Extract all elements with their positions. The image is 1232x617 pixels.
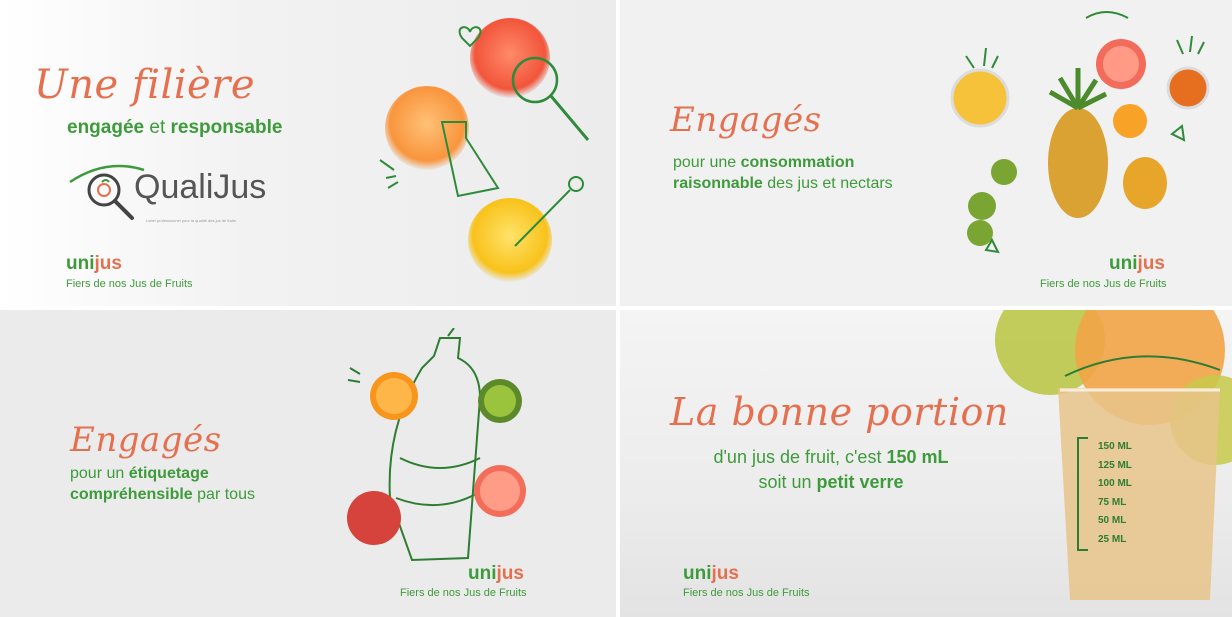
- text-plain: des jus et nectars: [767, 175, 893, 192]
- text-plain: par tous: [197, 486, 255, 503]
- ad-grid: Une filière engagée et responsable Quali…: [0, 0, 1232, 617]
- orange-juice-glass: [385, 86, 469, 170]
- panel-portion: 150 ML 125 ML 100 ML 75 ML 50 ML 25 ML L…: [620, 310, 1232, 617]
- text-bold: étiquetage: [128, 465, 209, 482]
- wordmark-part: Quali: [134, 168, 214, 206]
- logo-part: jus: [711, 563, 739, 584]
- wordmark-part: Jus: [213, 168, 267, 206]
- text-plain: d'un jus de fruit, c'est: [713, 447, 882, 467]
- scale-mark: 125 ML: [1098, 459, 1132, 471]
- panel-heading: Engagés: [70, 420, 222, 460]
- qualijus-logo: QualiJus Label professionnel pour la qua…: [66, 162, 296, 228]
- text-plain: pour un: [70, 465, 125, 482]
- brand-tagline: Fiers de nos Jus de Fruits: [400, 587, 527, 599]
- text-bold: consommation: [740, 154, 855, 171]
- apple-icon: [347, 491, 401, 545]
- orange-slice-icon: [1113, 104, 1147, 138]
- text-plain: et: [149, 117, 166, 138]
- panel-text: d'un jus de fruit, c'est 150 mL soit un …: [652, 445, 1010, 495]
- brand-tagline: Fiers de nos Jus de Fruits: [1040, 278, 1167, 290]
- text-plain: pour une: [673, 154, 737, 171]
- scale-mark: 25 ML: [1098, 533, 1127, 545]
- bottle-illustration: [347, 328, 526, 562]
- panel-text: engagée et responsable: [67, 117, 282, 139]
- logo-part: uni: [683, 563, 712, 584]
- scale-mark: 150 ML: [1098, 441, 1132, 452]
- text-bold: petit verre: [816, 472, 904, 492]
- panel-text: pour un étiquetage compréhensible par to…: [70, 463, 255, 505]
- qualijus-wordmark: QualiJus: [134, 168, 266, 207]
- panel-etiquetage: Engagés pour un étiquetage compréhensibl…: [0, 310, 616, 617]
- yellow-juice-glass: [468, 198, 552, 282]
- unijus-logo: unijus: [683, 563, 739, 585]
- scale-mark: 75 ML: [1098, 496, 1127, 508]
- kiwi-icon: [991, 159, 1017, 185]
- brand-tagline: Fiers de nos Jus de Fruits: [683, 587, 810, 599]
- mango-icon: [1123, 157, 1167, 209]
- panel-consommation: Engagés pour une consommation raisonnabl…: [620, 0, 1232, 306]
- panel-text: pour une consommation raisonnable des ju…: [673, 152, 893, 194]
- glass-scale: 150 ML 125 ML 100 ML 75 ML 50 ML 25 ML: [1098, 441, 1132, 552]
- panel-heading: Une filière: [34, 62, 256, 108]
- scale-mark: 50 ML: [1098, 515, 1127, 526]
- brand-tagline: Fiers de nos Jus de Fruits: [66, 278, 193, 290]
- juice-illustration: [379, 18, 590, 282]
- text-bold: compréhensible: [70, 486, 193, 503]
- panel-filiere: Une filière engagée et responsable Quali…: [0, 0, 616, 306]
- panel-heading: Engagés: [670, 100, 822, 140]
- text-bold: responsable: [170, 117, 283, 138]
- text-plain: soit un: [758, 472, 812, 492]
- juice-glass-icon: [1058, 388, 1220, 600]
- pineapple-icon: [1048, 108, 1108, 218]
- text-bold: raisonnable: [673, 175, 763, 192]
- unijus-logo: unijus: [66, 253, 122, 275]
- panel-heading: La bonne portion: [670, 390, 1009, 434]
- kiwi-icon: [967, 220, 993, 246]
- bottle-icon: [388, 337, 482, 562]
- juice-cup-icon: [1166, 66, 1210, 110]
- qualijus-fine-print: Label professionnel pour la qualité des …: [146, 218, 237, 223]
- logo-part: uni: [66, 253, 95, 274]
- scale-mark: 100 ML: [1098, 478, 1132, 489]
- fruit-illustration: [950, 11, 1210, 254]
- juice-glass-icon: [950, 68, 1010, 128]
- kiwi-icon: [968, 192, 996, 220]
- logo-part: jus: [94, 253, 122, 274]
- text-bold: engagée: [67, 117, 145, 138]
- text-bold: 150 mL: [886, 447, 949, 467]
